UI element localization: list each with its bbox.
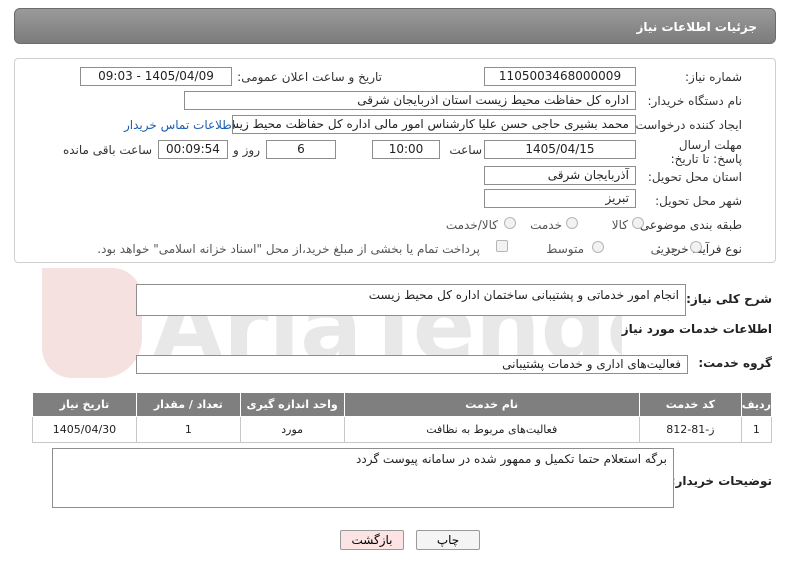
deadline-label: مهلت ارسال پاسخ: تا تاریخ:: [670, 138, 742, 166]
page-header: جزئیات اطلاعات نیاز: [14, 8, 776, 44]
buyer-contact-link[interactable]: اطلاعات تماس خریدار: [124, 118, 235, 132]
col-unit: واحد اندازه گیری: [239, 392, 345, 417]
creator-field[interactable]: محمد بشیری حاجی حسن علیا کارشناس امور ما…: [232, 115, 636, 134]
buyer-notes-textarea[interactable]: برگه استعلام حتما تکمیل و ممهور شده در س…: [52, 448, 674, 508]
province-field[interactable]: آذربایجان شرقی: [484, 166, 636, 185]
page-title: جزئیات اطلاعات نیاز: [636, 20, 757, 34]
buyer-org-label: نام دستگاه خریدار:: [647, 94, 743, 108]
buyer-notes-label: توضیحات خریدار:: [670, 474, 772, 488]
services-table: ردیف کد خدمت نام خدمت واحد اندازه گیری ت…: [32, 392, 773, 443]
category-label: طبقه بندی موضوعی:: [635, 218, 742, 232]
col-need-date: تاریخ نیاز: [32, 392, 137, 417]
need-number-field[interactable]: 1105003468000009: [484, 67, 636, 86]
process-medium-radio[interactable]: [592, 241, 604, 253]
remaining-time-field[interactable]: 00:09:54: [158, 140, 228, 159]
category-goods-service-radio[interactable]: [504, 217, 516, 229]
summary-label: شرح کلی نیاز:: [686, 292, 772, 306]
province-label: استان محل تحویل:: [647, 170, 742, 184]
category-service-radio[interactable]: [566, 217, 578, 229]
treasury-checkbox[interactable]: [496, 240, 508, 252]
summary-textarea[interactable]: انجام امور خدماتی و پشتیبانی ساختمان ادا…: [136, 284, 686, 316]
services-section-title: اطلاعات خدمات مورد نیاز: [621, 322, 772, 336]
treasury-note: پرداخت تمام یا بخشی از مبلغ خرید،از محل …: [97, 242, 480, 256]
creator-label: ایجاد کننده درخواست:: [631, 118, 742, 132]
col-service-code: کد خدمت: [638, 392, 742, 417]
city-label: شهر محل تحویل:: [655, 194, 742, 208]
days-label: روز و: [233, 143, 260, 157]
category-goods-radio[interactable]: [632, 217, 644, 229]
col-service-name: نام خدمت: [343, 392, 640, 417]
buyer-org-field[interactable]: اداره کل حفاظت محیط زیست استان اذربایجان…: [184, 91, 636, 110]
announce-label: تاریخ و ساعت اعلان عمومی:: [237, 70, 382, 84]
cell-need-date: 1405/04/30: [32, 416, 137, 443]
cell-unit: مورد: [239, 416, 345, 443]
cell-row-number: 1: [740, 416, 773, 443]
process-minor-label: جزیی: [650, 242, 678, 256]
remaining-days-field[interactable]: 6: [266, 140, 336, 159]
table-row[interactable]: 1 ز-81-812 فعالیت‌های مربوط به نظافت مور…: [32, 416, 773, 443]
process-medium-label: متوسط: [546, 242, 584, 256]
cell-quantity: 1: [135, 416, 241, 443]
need-number-label: شماره نیاز:: [685, 70, 742, 84]
col-quantity: تعداد / مقدار: [135, 392, 241, 417]
service-group-label: گروه خدمت:: [698, 356, 772, 370]
category-service-label: خدمت: [530, 218, 562, 232]
service-group-field[interactable]: فعالیت‌های اداری و خدمات پشتیبانی: [136, 355, 688, 374]
cell-service-name: فعالیت‌های مربوط به نظافت: [343, 416, 640, 443]
deadline-time-label: ساعت: [449, 143, 482, 157]
remaining-label: ساعت باقی مانده: [62, 143, 152, 157]
deadline-time-field[interactable]: 10:00: [372, 140, 440, 159]
back-button[interactable]: بازگشت: [340, 530, 404, 550]
print-button[interactable]: چاپ: [416, 530, 480, 550]
col-row-number: ردیف: [740, 392, 773, 417]
category-goods-label: کالا: [611, 218, 628, 232]
table-header-row: ردیف کد خدمت نام خدمت واحد اندازه گیری ت…: [32, 392, 773, 417]
city-field[interactable]: تبریز: [484, 189, 636, 208]
deadline-date-field[interactable]: 1405/04/15: [484, 140, 636, 159]
announce-datetime-field[interactable]: 1405/04/09 - 09:03: [80, 67, 232, 86]
cell-service-code: ز-81-812: [638, 416, 742, 443]
process-minor-radio[interactable]: [690, 241, 702, 253]
category-goods-service-label: کالا/خدمت: [445, 218, 498, 232]
